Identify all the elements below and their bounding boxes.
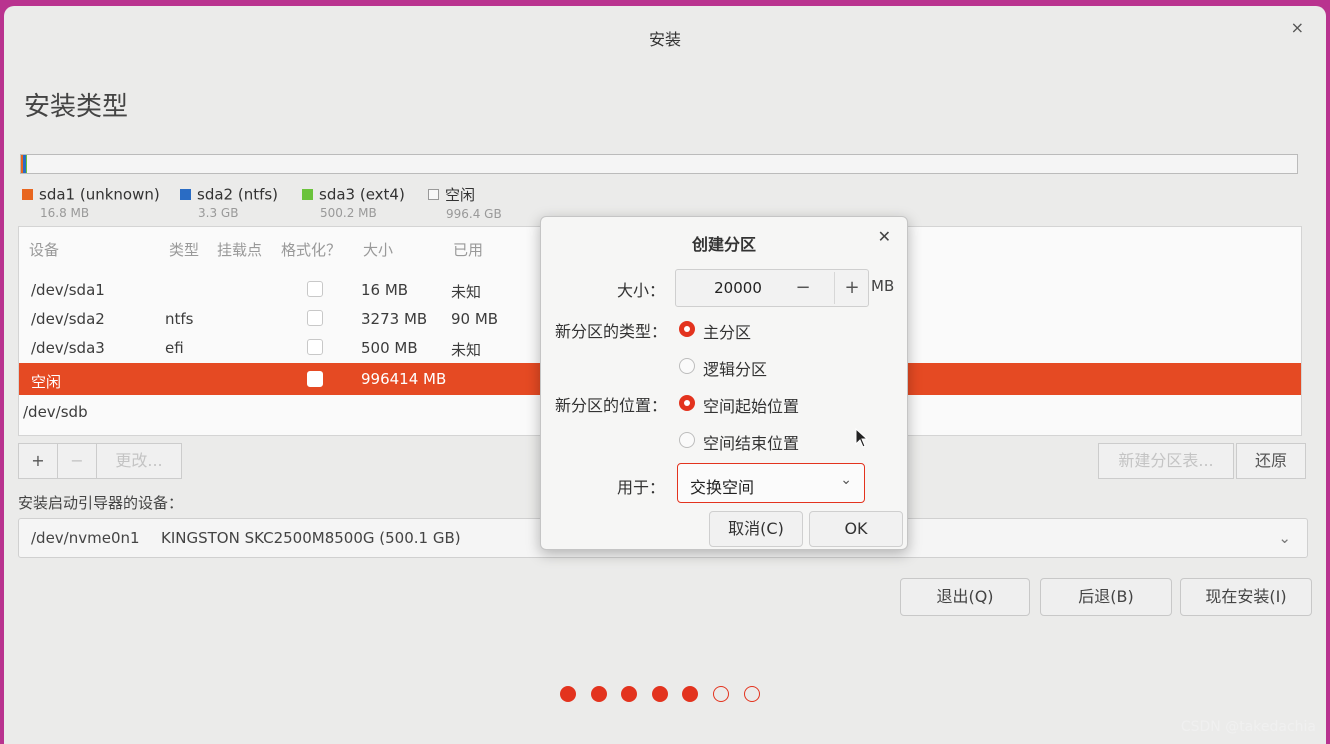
row-used: 未知 <box>451 283 482 301</box>
step-dot-pending <box>744 686 760 702</box>
column-header-type[interactable]: 类型 <box>169 239 199 260</box>
row-device: /dev/sda3 <box>31 339 105 357</box>
row-device: /dev/sda2 <box>31 310 105 328</box>
legend-name: sda3 (ext4) <box>319 185 405 204</box>
row-size: 16 MB <box>361 281 409 299</box>
boot-device: /dev/nvme0n1 <box>31 529 140 547</box>
step-dot-done <box>621 686 637 702</box>
radio-label: 主分区 <box>703 323 752 342</box>
legend-size: 500.2 MB <box>320 205 377 220</box>
size-label: 大小： <box>616 281 665 300</box>
color-swatch <box>22 189 33 200</box>
chevron-down-icon: ⌄ <box>840 472 852 488</box>
row-size: 500 MB <box>361 339 418 357</box>
close-icon[interactable]: ✕ <box>878 227 891 246</box>
row-size: 996414 MB <box>361 370 447 388</box>
color-swatch <box>302 189 313 200</box>
radio-selected-icon <box>679 395 695 411</box>
legend-name: 空闲 <box>445 186 476 204</box>
row-used: 未知 <box>451 341 482 359</box>
partition-type-label: 新分区的类型： <box>554 322 667 341</box>
add-partition-button[interactable]: + <box>18 443 58 479</box>
step-dot-done <box>652 686 668 702</box>
size-spinbutton[interactable]: 20000 − + <box>675 269 869 307</box>
partition-location-label: 新分区的位置： <box>554 396 667 415</box>
use-as-value: 交换空间 <box>690 478 755 497</box>
use-as-select[interactable]: 交换空间 ⌄ <box>677 463 865 503</box>
disk-bar-sda3 <box>26 155 27 173</box>
disk-usage-bar <box>20 154 1298 174</box>
create-partition-dialog: 创建分区 ✕ 大小： 20000 − + MB 新分区的类型： 主分区 逻辑分区… <box>540 216 908 550</box>
column-header-device[interactable]: 设备 <box>29 239 59 260</box>
ok-button[interactable]: OK <box>809 511 903 547</box>
legend-size: 996.4 GB <box>446 207 502 221</box>
radio-unselected-icon <box>679 432 695 448</box>
radio-unselected-icon <box>679 358 695 374</box>
page-title: 安装类型 <box>24 92 129 122</box>
legend-item-sda2: sda2 (ntfs) 3.3 GB <box>180 184 278 224</box>
radio-label: 空间起始位置 <box>703 397 800 416</box>
column-header-mount[interactable]: 挂载点 <box>217 239 262 260</box>
watermark: CSDN @takedachia <box>1180 719 1316 735</box>
radio-label: 空间结束位置 <box>703 434 800 453</box>
legend-size: 16.8 MB <box>40 205 90 220</box>
row-size: 3273 MB <box>361 310 428 328</box>
row-used: 90 MB <box>451 310 499 328</box>
dialog-title: 创建分区 <box>691 235 756 254</box>
remove-partition-button[interactable]: − <box>57 443 97 479</box>
boot-device-model: KINGSTON SKC2500M8500G (500.1 GB) <box>161 529 461 547</box>
decrement-button[interactable]: − <box>786 272 820 304</box>
row-device: /dev/sda1 <box>31 281 105 299</box>
row-type: efi <box>165 339 184 357</box>
cancel-button[interactable]: 取消(C) <box>709 511 803 547</box>
radio-label: 逻辑分区 <box>703 360 768 379</box>
back-button[interactable]: 后退(B) <box>1040 578 1172 616</box>
step-dot-done <box>591 686 607 702</box>
window-title: 安装 <box>648 30 681 49</box>
format-checkbox[interactable] <box>307 339 323 355</box>
size-unit: MB <box>871 277 895 295</box>
step-dot-done <box>682 686 698 702</box>
increment-button[interactable]: + <box>834 272 869 304</box>
legend-name: sda1 (unknown) <box>39 185 160 204</box>
legend-name: sda2 (ntfs) <box>197 185 279 204</box>
step-dot-pending <box>713 686 729 702</box>
size-value[interactable]: 20000 <box>676 279 800 297</box>
format-checkbox[interactable] <box>307 371 323 387</box>
close-icon[interactable]: × <box>1291 18 1304 37</box>
change-partition-button[interactable]: 更改... <box>96 443 182 479</box>
row-device: 空闲 <box>31 373 62 391</box>
step-dot-done <box>560 686 576 702</box>
column-header-format[interactable]: 格式化？ <box>281 239 341 260</box>
legend-size: 3.3 GB <box>198 205 239 220</box>
format-checkbox[interactable] <box>307 281 323 297</box>
install-now-button[interactable]: 现在安装(I) <box>1180 578 1312 616</box>
legend-item-free: 空闲 996.4 GB <box>428 184 502 224</box>
new-partition-table-button[interactable]: 新建分区表... <box>1098 443 1234 479</box>
column-header-used[interactable]: 已用 <box>453 239 483 260</box>
bootloader-label: 安装启动引导器的设备： <box>18 494 184 512</box>
mouse-pointer-icon <box>855 428 869 448</box>
legend-item-sda3: sda3 (ext4) 500.2 MB <box>302 184 405 224</box>
format-checkbox[interactable] <box>307 310 323 326</box>
row-device: /dev/sdb <box>23 403 88 421</box>
radio-selected-icon <box>679 321 695 337</box>
revert-button[interactable]: 还原 <box>1236 443 1306 479</box>
column-header-size[interactable]: 大小 <box>363 239 393 260</box>
row-type: ntfs <box>165 310 194 328</box>
color-swatch <box>180 189 191 200</box>
legend-item-sda1: sda1 (unknown) 16.8 MB <box>22 184 160 224</box>
quit-button[interactable]: 退出(Q) <box>900 578 1030 616</box>
chevron-down-icon: ⌄ <box>1278 529 1291 547</box>
use-as-label: 用于： <box>616 478 665 497</box>
color-swatch <box>428 189 439 200</box>
